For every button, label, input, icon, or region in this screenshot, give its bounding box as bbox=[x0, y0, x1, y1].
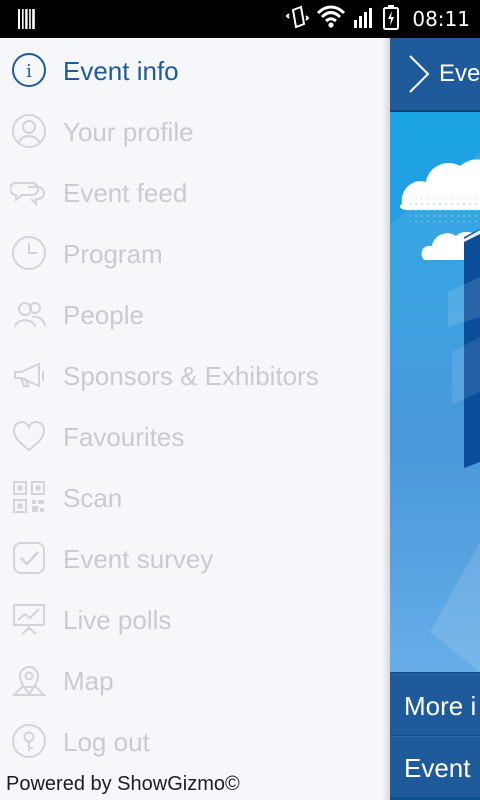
logout-icon bbox=[10, 722, 48, 760]
presentation-chart-icon bbox=[10, 600, 48, 638]
checkbox-icon bbox=[10, 539, 48, 577]
battery-charging-icon bbox=[382, 4, 400, 35]
vibrate-icon bbox=[284, 4, 310, 35]
cloud-illustration bbox=[390, 152, 480, 672]
menu-item-label: Program bbox=[63, 239, 163, 269]
clock-icon bbox=[10, 234, 48, 272]
menu-item-map[interactable]: Map bbox=[0, 650, 390, 711]
people-icon bbox=[10, 295, 48, 333]
menu-item-label: Log out bbox=[63, 727, 150, 757]
menu-item-people[interactable]: People bbox=[0, 284, 390, 345]
chat-bubbles-icon bbox=[9, 173, 48, 211]
menu-item-live-polls[interactable]: Live polls bbox=[0, 589, 390, 650]
menu-item-label: Scan bbox=[63, 483, 123, 513]
more-info-label: More i bbox=[404, 691, 477, 721]
event-bar[interactable]: Event bbox=[390, 736, 480, 797]
menu-item-label: Event info bbox=[63, 56, 179, 86]
signal-icon bbox=[352, 4, 376, 35]
menu-item-label: People bbox=[63, 300, 144, 330]
menu-item-label: Sponsors & Exhibitors bbox=[63, 361, 319, 391]
barcode-icon bbox=[18, 9, 36, 29]
menu-item-label: Event feed bbox=[63, 178, 188, 208]
menu-item-program[interactable]: Program bbox=[0, 223, 390, 284]
drawer-edge-shadow bbox=[382, 38, 390, 800]
menu-item-event-info[interactable]: i Event info bbox=[0, 40, 390, 101]
qr-code-icon bbox=[10, 478, 48, 516]
main-content-peek[interactable]: Eve More i Event bbox=[390, 38, 480, 800]
menu-item-event-feed[interactable]: Event feed bbox=[0, 162, 390, 223]
status-bar: 08:11 bbox=[0, 0, 480, 38]
powered-by-text: Powered by ShowGizmo bbox=[6, 773, 225, 795]
menu-item-scan[interactable]: Scan bbox=[0, 467, 390, 528]
app-header: Eve bbox=[390, 38, 480, 112]
menu-item-label: Live polls bbox=[63, 605, 172, 635]
menu-item-label: Map bbox=[63, 666, 114, 696]
menu-item-sponsors-exhibitors[interactable]: Sponsors & Exhibitors bbox=[0, 345, 390, 406]
event-banner bbox=[390, 112, 480, 672]
powered-by-footer: Powered by ShowGizmo© bbox=[6, 773, 240, 796]
menu-item-label: Event survey bbox=[63, 544, 214, 574]
menu-item-label: Your profile bbox=[63, 117, 194, 147]
chevron-right-icon[interactable] bbox=[404, 52, 434, 101]
heart-icon bbox=[10, 417, 48, 455]
svg-text:i: i bbox=[26, 61, 32, 82]
menu-item-log-out[interactable]: Log out bbox=[0, 711, 390, 772]
menu-item-your-profile[interactable]: Your profile bbox=[0, 101, 390, 162]
menu-item-favourites[interactable]: Favourites bbox=[0, 406, 390, 467]
navigation-drawer: i Event info Your profile Event feed Pro… bbox=[0, 38, 390, 800]
megaphone-icon bbox=[10, 356, 48, 394]
more-info-bar[interactable]: More i bbox=[390, 674, 480, 735]
copyright-symbol: © bbox=[224, 773, 240, 795]
wifi-icon bbox=[316, 4, 346, 35]
header-title: Eve bbox=[439, 60, 480, 87]
status-time: 08:11 bbox=[412, 7, 470, 31]
map-pin-icon bbox=[10, 661, 48, 699]
menu-item-label: Favourites bbox=[63, 422, 185, 452]
menu-item-event-survey[interactable]: Event survey bbox=[0, 528, 390, 589]
status-icons: 08:11 bbox=[284, 4, 470, 35]
info-icon: i bbox=[10, 51, 48, 89]
profile-icon bbox=[10, 112, 48, 150]
event-bar-label: Event bbox=[404, 753, 471, 783]
